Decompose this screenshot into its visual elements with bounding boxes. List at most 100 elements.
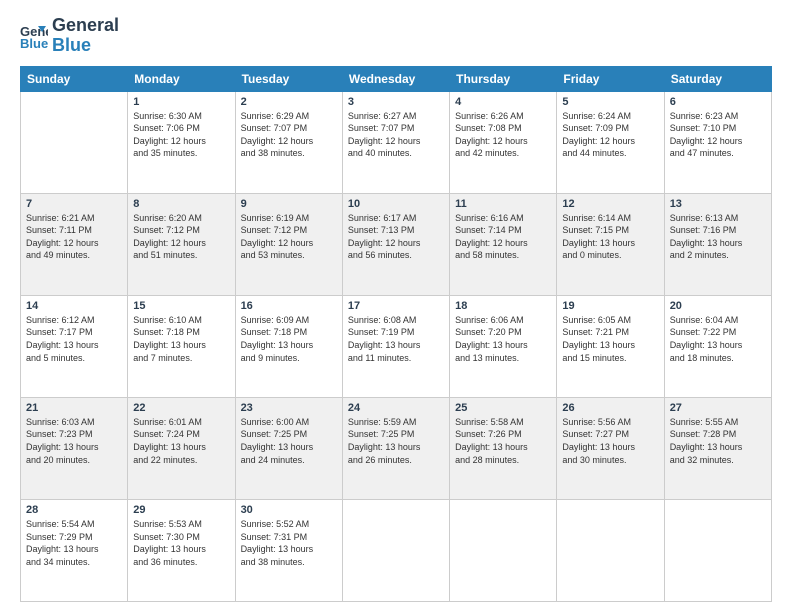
day-cell: 18 Sunrise: 6:06 AM Sunset: 7:20 PM Dayli… [450, 295, 557, 397]
day-cell: 6 Sunrise: 6:23 AM Sunset: 7:10 PM Daylig… [664, 91, 771, 193]
day-cell: 17 Sunrise: 6:08 AM Sunset: 7:19 PM Dayli… [342, 295, 449, 397]
day-number: 28 [26, 504, 122, 516]
day-info: Sunrise: 6:17 AM Sunset: 7:13 PM Dayligh… [348, 212, 444, 262]
header: General Blue General Blue [20, 16, 772, 56]
day-cell: 2 Sunrise: 6:29 AM Sunset: 7:07 PM Daylig… [235, 91, 342, 193]
day-number: 26 [562, 402, 658, 414]
week-row-4: 21Sunrise: 6:03 AM Sunset: 7:23 PM Dayli… [21, 397, 772, 499]
day-info: Sunrise: 6:06 AM Sunset: 7:20 PM Dayligh… [455, 314, 551, 364]
day-number: 9 [241, 198, 337, 210]
week-row-3: 14Sunrise: 6:12 AM Sunset: 7:17 PM Dayli… [21, 295, 772, 397]
day-number: 5 [562, 96, 658, 108]
day-number: 3 [348, 96, 444, 108]
day-info: Sunrise: 5:53 AM Sunset: 7:30 PM Dayligh… [133, 518, 229, 568]
day-number: 29 [133, 504, 229, 516]
day-info: Sunrise: 6:10 AM Sunset: 7:18 PM Dayligh… [133, 314, 229, 364]
day-cell: 3 Sunrise: 6:27 AM Sunset: 7:07 PM Daylig… [342, 91, 449, 193]
week-row-1: 1Sunrise: 6:30 AM Sunset: 7:06 PM Daylig… [21, 91, 772, 193]
day-number: 14 [26, 300, 122, 312]
day-cell: 5 Sunrise: 6:24 AM Sunset: 7:09 PM Daylig… [557, 91, 664, 193]
day-info: Sunrise: 6:19 AM Sunset: 7:12 PM Dayligh… [241, 212, 337, 262]
day-cell: 14Sunrise: 6:12 AM Sunset: 7:17 PM Dayli… [21, 295, 128, 397]
logo-text: General Blue [52, 16, 119, 56]
weekday-header-wednesday: Wednesday [342, 66, 449, 91]
day-cell: 19 Sunrise: 6:05 AM Sunset: 7:21 PM Dayli… [557, 295, 664, 397]
day-number: 2 [241, 96, 337, 108]
day-info: Sunrise: 6:24 AM Sunset: 7:09 PM Dayligh… [562, 110, 658, 160]
day-number: 8 [133, 198, 229, 210]
day-cell: 13 Sunrise: 6:13 AM Sunset: 7:16 PM Dayli… [664, 193, 771, 295]
day-number: 18 [455, 300, 551, 312]
page: General Blue General Blue SundayMondayTu… [0, 0, 792, 612]
day-number: 25 [455, 402, 551, 414]
day-info: Sunrise: 6:05 AM Sunset: 7:21 PM Dayligh… [562, 314, 658, 364]
day-info: Sunrise: 6:08 AM Sunset: 7:19 PM Dayligh… [348, 314, 444, 364]
weekday-header-saturday: Saturday [664, 66, 771, 91]
weekday-header-sunday: Sunday [21, 66, 128, 91]
day-info: Sunrise: 6:26 AM Sunset: 7:08 PM Dayligh… [455, 110, 551, 160]
day-cell: 8 Sunrise: 6:20 AM Sunset: 7:12 PM Daylig… [128, 193, 235, 295]
day-number: 19 [562, 300, 658, 312]
logo-icon: General Blue [20, 22, 48, 50]
day-cell [664, 499, 771, 601]
day-number: 4 [455, 96, 551, 108]
day-cell: 24 Sunrise: 5:59 AM Sunset: 7:25 PM Dayli… [342, 397, 449, 499]
day-info: Sunrise: 6:23 AM Sunset: 7:10 PM Dayligh… [670, 110, 766, 160]
day-number: 15 [133, 300, 229, 312]
day-info: Sunrise: 6:14 AM Sunset: 7:15 PM Dayligh… [562, 212, 658, 262]
day-number: 30 [241, 504, 337, 516]
day-cell: 9 Sunrise: 6:19 AM Sunset: 7:12 PM Daylig… [235, 193, 342, 295]
day-cell: 7Sunrise: 6:21 AM Sunset: 7:11 PM Daylig… [21, 193, 128, 295]
day-cell: 1Sunrise: 6:30 AM Sunset: 7:06 PM Daylig… [128, 91, 235, 193]
day-cell: 16Sunrise: 6:09 AM Sunset: 7:18 PM Dayli… [235, 295, 342, 397]
day-number: 1 [133, 96, 229, 108]
logo: General Blue General Blue [20, 16, 119, 56]
day-info: Sunrise: 6:29 AM Sunset: 7:07 PM Dayligh… [241, 110, 337, 160]
day-number: 13 [670, 198, 766, 210]
day-info: Sunrise: 6:20 AM Sunset: 7:12 PM Dayligh… [133, 212, 229, 262]
day-cell: 11 Sunrise: 6:16 AM Sunset: 7:14 PM Dayli… [450, 193, 557, 295]
day-cell [450, 499, 557, 601]
day-info: Sunrise: 5:59 AM Sunset: 7:25 PM Dayligh… [348, 416, 444, 466]
day-info: Sunrise: 6:04 AM Sunset: 7:22 PM Dayligh… [670, 314, 766, 364]
day-info: Sunrise: 6:13 AM Sunset: 7:16 PM Dayligh… [670, 212, 766, 262]
weekday-header-tuesday: Tuesday [235, 66, 342, 91]
day-cell: 20 Sunrise: 6:04 AM Sunset: 7:22 PM Dayli… [664, 295, 771, 397]
day-info: Sunrise: 5:52 AM Sunset: 7:31 PM Dayligh… [241, 518, 337, 568]
day-cell: 28 Sunrise: 5:54 AM Sunset: 7:29 PM Dayli… [21, 499, 128, 601]
day-cell: 27 Sunrise: 5:55 AM Sunset: 7:28 PM Dayli… [664, 397, 771, 499]
day-number: 6 [670, 96, 766, 108]
day-info: Sunrise: 6:01 AM Sunset: 7:24 PM Dayligh… [133, 416, 229, 466]
day-cell: 23Sunrise: 6:00 AM Sunset: 7:25 PM Dayli… [235, 397, 342, 499]
day-info: Sunrise: 5:55 AM Sunset: 7:28 PM Dayligh… [670, 416, 766, 466]
day-number: 10 [348, 198, 444, 210]
day-number: 20 [670, 300, 766, 312]
day-info: Sunrise: 6:16 AM Sunset: 7:14 PM Dayligh… [455, 212, 551, 262]
day-cell: 15 Sunrise: 6:10 AM Sunset: 7:18 PM Dayli… [128, 295, 235, 397]
day-info: Sunrise: 5:58 AM Sunset: 7:26 PM Dayligh… [455, 416, 551, 466]
day-cell: 4 Sunrise: 6:26 AM Sunset: 7:08 PM Daylig… [450, 91, 557, 193]
day-info: Sunrise: 6:00 AM Sunset: 7:25 PM Dayligh… [241, 416, 337, 466]
day-cell: 30 Sunrise: 5:52 AM Sunset: 7:31 PM Dayli… [235, 499, 342, 601]
day-cell: 21Sunrise: 6:03 AM Sunset: 7:23 PM Dayli… [21, 397, 128, 499]
day-info: Sunrise: 5:56 AM Sunset: 7:27 PM Dayligh… [562, 416, 658, 466]
weekday-header-friday: Friday [557, 66, 664, 91]
calendar-table: SundayMondayTuesdayWednesdayThursdayFrid… [20, 66, 772, 602]
svg-text:Blue: Blue [20, 36, 48, 50]
day-cell: 25 Sunrise: 5:58 AM Sunset: 7:26 PM Dayli… [450, 397, 557, 499]
day-cell [342, 499, 449, 601]
weekday-header-monday: Monday [128, 66, 235, 91]
day-number: 22 [133, 402, 229, 414]
day-number: 27 [670, 402, 766, 414]
day-cell [557, 499, 664, 601]
weekday-header-thursday: Thursday [450, 66, 557, 91]
day-number: 24 [348, 402, 444, 414]
day-number: 17 [348, 300, 444, 312]
day-cell: 22 Sunrise: 6:01 AM Sunset: 7:24 PM Dayli… [128, 397, 235, 499]
day-info: Sunrise: 5:54 AM Sunset: 7:29 PM Dayligh… [26, 518, 122, 568]
day-info: Sunrise: 6:09 AM Sunset: 7:18 PM Dayligh… [241, 314, 337, 364]
week-row-2: 7Sunrise: 6:21 AM Sunset: 7:11 PM Daylig… [21, 193, 772, 295]
day-info: Sunrise: 6:27 AM Sunset: 7:07 PM Dayligh… [348, 110, 444, 160]
day-number: 11 [455, 198, 551, 210]
day-cell [21, 91, 128, 193]
